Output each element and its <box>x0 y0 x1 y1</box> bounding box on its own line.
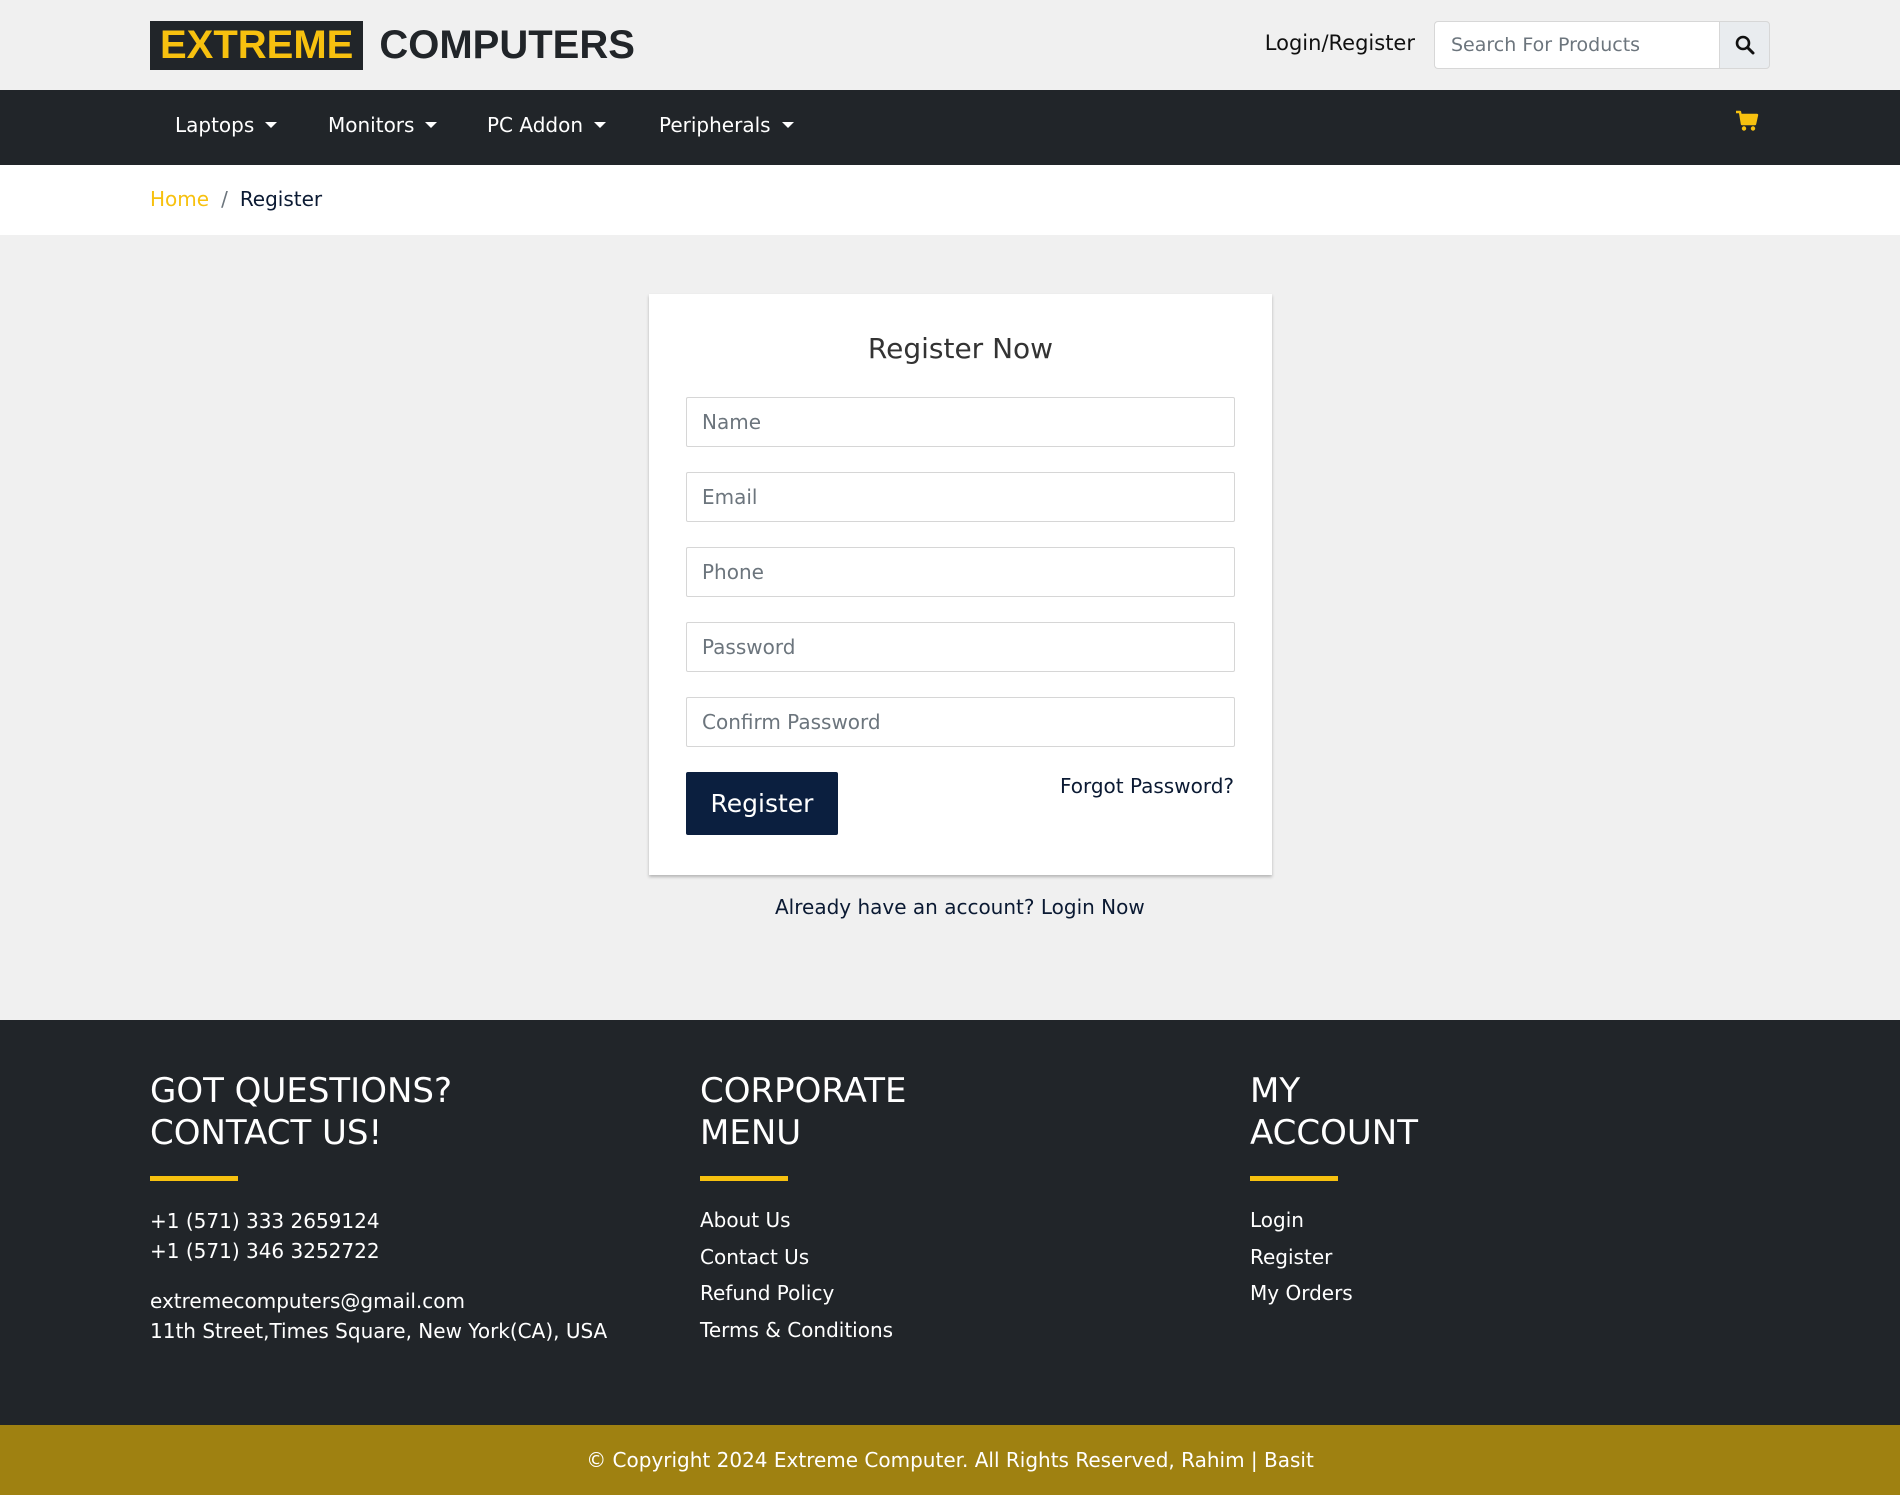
name-field[interactable] <box>686 397 1235 447</box>
footer-link-about-us[interactable]: About Us <box>700 1202 907 1239</box>
footer-link-my-orders[interactable]: My Orders <box>1250 1275 1418 1312</box>
breadcrumb-bar: Home / Register <box>0 165 1900 235</box>
top-header: EXTREME COMPUTERS Login/Register <box>0 0 1900 90</box>
phone-number: +1 (571) 333 2659124 <box>150 1209 380 1233</box>
footer-heading-underline <box>700 1176 788 1181</box>
search-bar <box>1434 21 1770 69</box>
caret-down-icon <box>781 122 794 128</box>
footer-contact-column: GOT QUESTIONS? CONTACT US! +1 (571) 333 … <box>150 1070 607 1346</box>
email-field[interactable] <box>686 472 1235 522</box>
footer-link-refund-policy[interactable]: Refund Policy <box>700 1275 907 1312</box>
footer-heading-line: MY <box>1250 1071 1301 1111</box>
footer-heading: MY ACCOUNT <box>1250 1070 1418 1154</box>
footer-heading-line: MENU <box>700 1113 802 1153</box>
nav-item-label: Laptops <box>175 113 255 137</box>
corporate-links: About Us Contact Us Refund Policy Terms … <box>700 1202 907 1348</box>
caret-down-icon <box>265 122 278 128</box>
footer-heading-underline <box>1250 1176 1338 1181</box>
footer-heading-underline <box>150 1176 238 1181</box>
site-logo[interactable]: EXTREME COMPUTERS <box>150 20 635 70</box>
nav-item-monitors[interactable]: Monitors <box>328 113 438 137</box>
confirm-password-field[interactable] <box>686 697 1235 747</box>
phone-list: +1 (571) 333 2659124 +1 (571) 346 325272… <box>150 1206 607 1266</box>
breadcrumb-home-link[interactable]: Home <box>150 187 209 211</box>
logo-highlight: EXTREME <box>150 20 364 70</box>
footer-heading-line: GOT QUESTIONS? <box>150 1071 453 1111</box>
forgot-password-link[interactable]: Forgot Password? <box>1060 774 1234 798</box>
contact-email: extremecomputers@gmail.com <box>150 1289 465 1313</box>
phone-number: +1 (571) 346 3252722 <box>150 1239 380 1263</box>
search-icon <box>1735 35 1754 55</box>
contact-address: 11th Street,Times Square, New York(CA), … <box>150 1319 608 1343</box>
nav-item-label: PC Addon <box>487 113 584 137</box>
footer-corporate-column: CORPORATE MENU About Us Contact Us Refun… <box>700 1070 907 1348</box>
nav-item-label: Peripherals <box>659 113 771 137</box>
caret-down-icon <box>425 122 438 128</box>
footer-heading: CORPORATE MENU <box>700 1070 907 1154</box>
breadcrumb-current: Register <box>239 187 323 211</box>
footer-link-terms[interactable]: Terms & Conditions <box>700 1312 907 1349</box>
nav-item-pc-addon[interactable]: PC Addon <box>487 113 607 137</box>
breadcrumb-separator: / <box>221 187 228 211</box>
nav-item-laptops[interactable]: Laptops <box>175 113 278 137</box>
search-button[interactable] <box>1719 21 1770 69</box>
logo-text: COMPUTERS <box>379 22 635 67</box>
footer-link-register[interactable]: Register <box>1250 1239 1418 1276</box>
search-input[interactable] <box>1434 21 1719 69</box>
footer-heading-line: CORPORATE <box>700 1071 907 1111</box>
password-field[interactable] <box>686 622 1235 672</box>
register-button[interactable]: Register <box>686 772 838 835</box>
breadcrumb: Home / Register <box>150 187 322 211</box>
cart-icon <box>1736 110 1759 131</box>
register-title: Register Now <box>867 332 1054 365</box>
account-links: Login Register My Orders <box>1250 1202 1418 1312</box>
contact-details: extremecomputers@gmail.com 11th Street,T… <box>150 1286 607 1346</box>
login-register-link[interactable]: Login/Register <box>1265 31 1415 55</box>
footer: GOT QUESTIONS? CONTACT US! +1 (571) 333 … <box>0 1020 1900 1425</box>
copyright-text: © Copyright 2024 Extreme Computer. All R… <box>586 1448 1314 1472</box>
main-nav: Laptops Monitors PC Addon Peripherals <box>0 90 1900 165</box>
footer-heading: GOT QUESTIONS? CONTACT US! <box>150 1070 607 1154</box>
nav-item-peripherals[interactable]: Peripherals <box>659 113 794 137</box>
nav-item-label: Monitors <box>328 113 415 137</box>
phone-field[interactable] <box>686 547 1235 597</box>
register-card: Register Now Register Forgot Password? <box>649 294 1272 875</box>
footer-heading-line: CONTACT US! <box>150 1113 383 1153</box>
cart-button[interactable] <box>1735 110 1759 136</box>
login-prompt-text: Already have an account? <box>775 895 1035 919</box>
copyright-bar: © Copyright 2024 Extreme Computer. All R… <box>0 1425 1900 1495</box>
footer-link-contact-us[interactable]: Contact Us <box>700 1239 907 1276</box>
login-prompt: Already have an account? Login Now <box>775 895 1145 919</box>
footer-link-login[interactable]: Login <box>1250 1202 1418 1239</box>
caret-down-icon <box>594 122 607 128</box>
footer-heading-line: ACCOUNT <box>1250 1113 1418 1153</box>
footer-account-column: MY ACCOUNT Login Register My Orders <box>1250 1070 1418 1312</box>
login-now-link[interactable]: Login Now <box>1041 895 1145 919</box>
